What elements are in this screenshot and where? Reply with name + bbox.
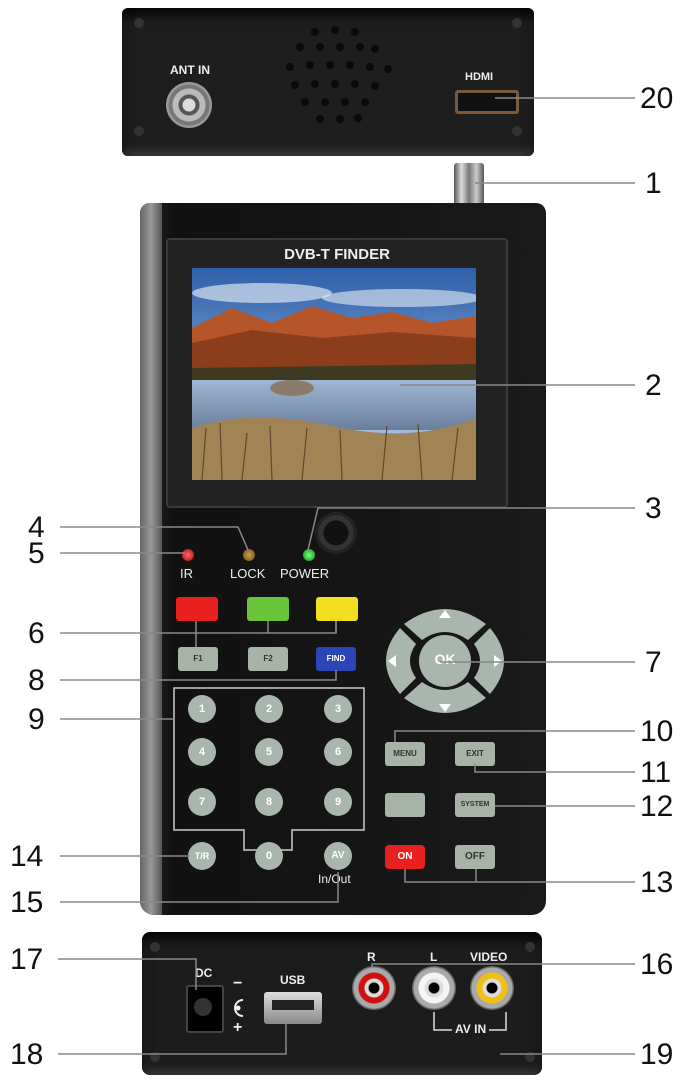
callout-18: 18 bbox=[10, 1038, 44, 1071]
callout-17: 17 bbox=[10, 943, 44, 976]
callout-7: 7 bbox=[645, 646, 662, 679]
callout-11: 11 bbox=[640, 756, 672, 789]
callout-15: 15 bbox=[10, 886, 44, 919]
callout-2: 2 bbox=[645, 369, 662, 402]
callout-6: 6 bbox=[28, 617, 45, 650]
callout-19: 19 bbox=[640, 1038, 674, 1071]
callout-16: 16 bbox=[640, 948, 674, 981]
callout-9: 9 bbox=[28, 703, 45, 736]
callout-20: 20 bbox=[640, 82, 674, 115]
callout-lines bbox=[58, 97, 635, 1055]
callout-8: 8 bbox=[28, 664, 45, 697]
callout-3: 3 bbox=[645, 492, 662, 525]
callout-1: 1 bbox=[645, 167, 662, 200]
callout-10: 10 bbox=[640, 715, 674, 748]
callout-14: 14 bbox=[10, 840, 44, 873]
callout-13: 13 bbox=[640, 866, 674, 899]
callout-12: 12 bbox=[640, 790, 674, 823]
callout-5: 5 bbox=[28, 537, 45, 570]
